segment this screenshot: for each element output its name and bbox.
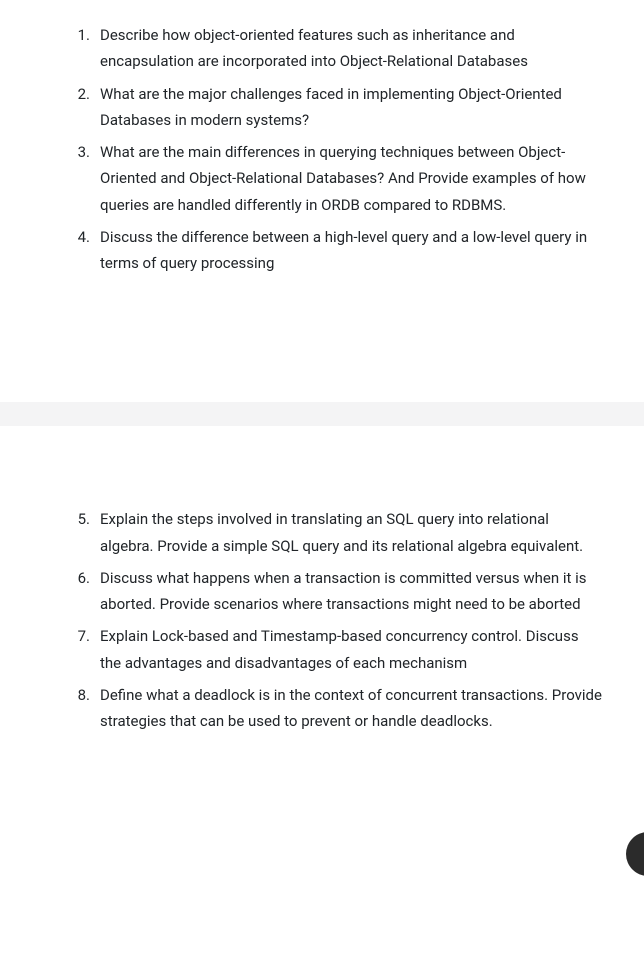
- question-text: Explain Lock-based and Timestamp-based c…: [100, 627, 579, 671]
- list-item: 8. Define what a deadlock is in the cont…: [30, 682, 614, 735]
- list-marker: 4.: [66, 224, 90, 250]
- question-text: Explain the steps involved in translatin…: [100, 510, 583, 554]
- page-container: 1. Describe how object-oriented features…: [0, 0, 644, 850]
- question-text: Define what a deadlock is in the context…: [100, 686, 602, 730]
- question-text: Discuss what happens when a transaction …: [100, 569, 586, 613]
- list-marker: 7.: [66, 623, 90, 649]
- list-marker: 2.: [66, 81, 90, 107]
- question-text: Describe how object-oriented features su…: [100, 26, 528, 70]
- list-item: 1. Describe how object-oriented features…: [30, 22, 614, 75]
- list-item: 2. What are the major challenges faced i…: [30, 81, 614, 134]
- list-marker: 3.: [66, 139, 90, 165]
- list-marker: 5.: [66, 506, 90, 532]
- question-list-1: 1. Describe how object-oriented features…: [30, 22, 614, 276]
- list-item: 3. What are the main differences in quer…: [30, 139, 614, 218]
- list-item: 6. Discuss what happens when a transacti…: [30, 565, 614, 618]
- question-list-2: 5. Explain the steps involved in transla…: [30, 506, 614, 734]
- list-marker: 8.: [66, 682, 90, 708]
- list-item: 5. Explain the steps involved in transla…: [30, 506, 614, 559]
- section-separator: [0, 402, 644, 426]
- question-text: Discuss the difference between a high-le…: [100, 228, 587, 272]
- question-section-2: 5. Explain the steps involved in transla…: [0, 426, 644, 850]
- list-marker: 6.: [66, 565, 90, 591]
- list-item: 4. Discuss the difference between a high…: [30, 224, 614, 277]
- list-marker: 1.: [66, 22, 90, 48]
- question-text: What are the main differences in queryin…: [100, 143, 586, 214]
- list-item: 7. Explain Lock-based and Timestamp-base…: [30, 623, 614, 676]
- question-section-1: 1. Describe how object-oriented features…: [0, 0, 644, 402]
- question-text: What are the major challenges faced in i…: [100, 85, 562, 129]
